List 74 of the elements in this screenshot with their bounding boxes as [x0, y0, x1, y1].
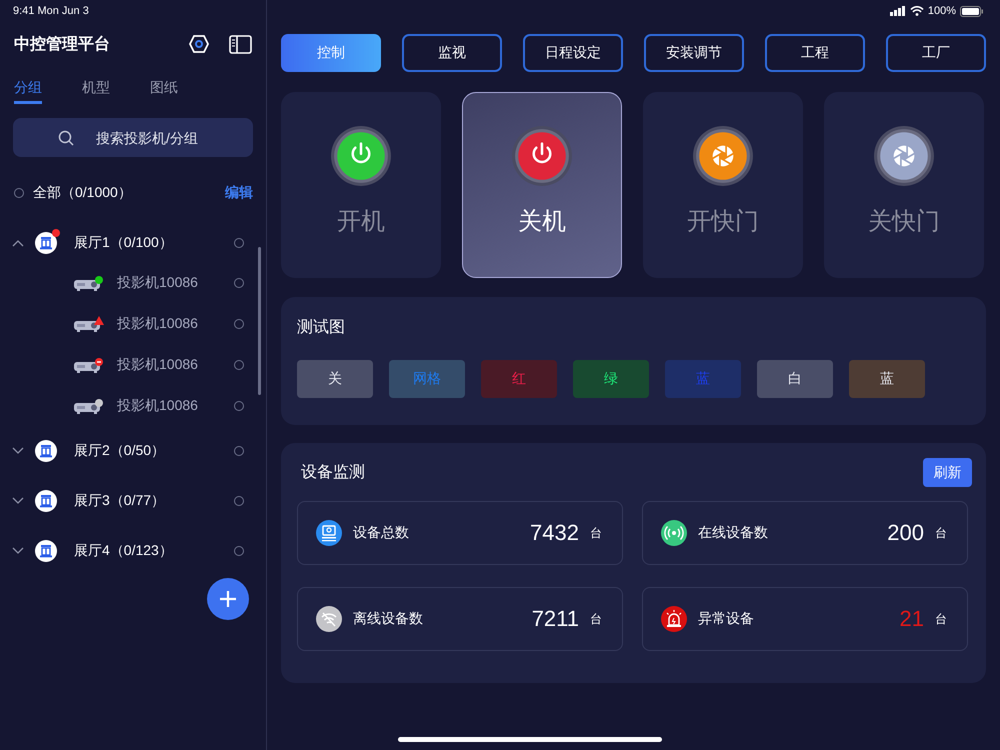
pattern-button[interactable]: 绿: [573, 360, 649, 398]
sidebar-tab[interactable]: 分组: [14, 79, 42, 104]
nav-tab[interactable]: 工厂: [886, 34, 986, 72]
nav-tab[interactable]: 监视: [402, 34, 502, 72]
chevron-icon[interactable]: [12, 239, 24, 247]
signal-icon: [661, 520, 687, 546]
battery-percent: 100%: [928, 5, 956, 17]
pattern-button[interactable]: 白: [757, 360, 833, 398]
pattern-button[interactable]: 关: [297, 360, 373, 398]
nav-tab[interactable]: 安装调节: [644, 34, 744, 72]
action-button[interactable]: 开机: [281, 92, 441, 278]
action-button[interactable]: 关快门: [824, 92, 984, 278]
building-icon: [35, 440, 57, 462]
projector-label[interactable]: 投影机10086: [117, 396, 234, 414]
stat-label: 设备总数: [353, 524, 410, 542]
nav-tab[interactable]: 控制: [281, 34, 381, 72]
stat-value: 200: [887, 520, 924, 546]
plus-icon: [219, 590, 237, 608]
radio-button[interactable]: [14, 188, 24, 198]
group-label[interactable]: 展厅2（0/50）: [74, 442, 234, 460]
radio-button[interactable]: [234, 446, 244, 456]
battery-icon: [960, 6, 984, 16]
radio-button[interactable]: [234, 360, 244, 370]
monitor-icon: [316, 520, 342, 546]
hexagon-icon[interactable]: [189, 34, 209, 54]
app-title: 中控管理平台: [14, 34, 111, 54]
projector-label[interactable]: 投影机10086: [117, 274, 234, 292]
projector-label[interactable]: 投影机10086: [117, 356, 234, 374]
group-label[interactable]: 展厅4（0/123）: [74, 542, 234, 560]
building-icon: [35, 540, 57, 562]
cellular-icon: [890, 6, 906, 16]
pattern-button[interactable]: 蓝: [849, 360, 925, 398]
radio-button[interactable]: [234, 400, 244, 410]
refresh-button[interactable]: 刷新: [923, 458, 972, 487]
nav-tab[interactable]: 日程设定: [523, 34, 623, 72]
stat-value: 7432: [530, 520, 579, 546]
alarm-icon: [661, 606, 687, 632]
chevron-icon[interactable]: [12, 497, 24, 505]
group-label[interactable]: 展厅1（0/100）: [74, 234, 234, 252]
nav-tab[interactable]: 工程: [765, 34, 865, 72]
action-button[interactable]: 开快门: [643, 92, 803, 278]
stat-value: 21: [900, 606, 924, 632]
radio-button[interactable]: [234, 496, 244, 506]
add-button[interactable]: [207, 578, 249, 620]
stat-value: 7211: [532, 606, 579, 632]
stat-unit: 台: [590, 610, 602, 628]
projector-label[interactable]: 投影机10086: [117, 314, 234, 332]
all-label: 全部（0/1000）: [33, 184, 133, 202]
building-icon: [35, 232, 57, 254]
stat-unit: 台: [935, 524, 947, 542]
stat-label: 在线设备数: [698, 524, 769, 542]
radio-button[interactable]: [234, 278, 244, 288]
status-time: 9:41 Mon Jun 3: [12, 4, 90, 19]
search-icon: [58, 130, 74, 146]
sidebar-tab[interactable]: 图纸: [150, 79, 178, 104]
card-title: 测试图: [297, 318, 346, 338]
stat-label: 离线设备数: [353, 610, 424, 628]
card-title: 设备监测: [301, 463, 365, 483]
group-label[interactable]: 展厅3（0/77）: [74, 492, 234, 510]
chevron-icon[interactable]: [12, 547, 24, 555]
action-button[interactable]: 关机: [462, 92, 622, 278]
radio-button[interactable]: [234, 546, 244, 556]
wifi-icon: [910, 6, 924, 16]
chevron-icon[interactable]: [12, 447, 24, 455]
edit-link[interactable]: 编辑: [225, 184, 253, 202]
sidebar-tab[interactable]: 机型: [82, 79, 110, 104]
wifi-off-icon: [316, 606, 342, 632]
radio-button[interactable]: [234, 318, 244, 328]
radio-button[interactable]: [234, 238, 244, 248]
stat-unit: 台: [590, 524, 602, 542]
stat-unit: 台: [935, 610, 947, 628]
stat-label: 异常设备: [698, 610, 755, 628]
building-icon: [35, 490, 57, 512]
sidebar-toggle-icon[interactable]: [229, 34, 252, 54]
